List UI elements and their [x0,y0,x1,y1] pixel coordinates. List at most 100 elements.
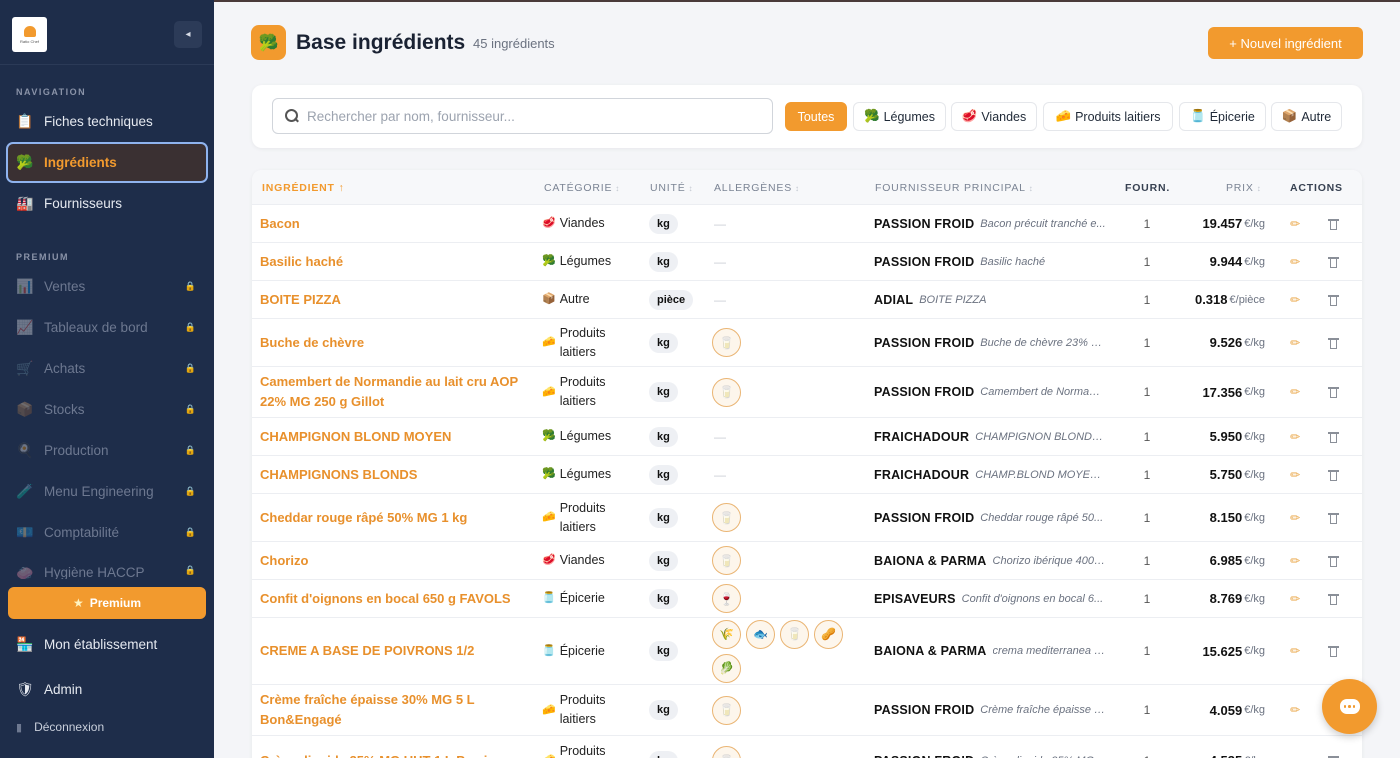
edit-icon[interactable]: ✏ [1290,736,1300,758]
table-row[interactable]: Confit d'oignons en bocal 650 g FAVOLS 🫙… [252,580,1362,618]
delete-button[interactable] [1328,618,1342,684]
trash-icon [1328,337,1339,349]
table-row[interactable]: Basilic haché 🥦 Légumes kg — PASSION FRO… [252,243,1362,281]
delete-button[interactable] [1328,205,1342,242]
sidebar-item-stocks[interactable]: 📦 Stocks 🔒 [6,389,208,430]
sidebar-item-comptabilite[interactable]: 💶 Comptabilité 🔒 [6,512,208,553]
collapse-sidebar-button[interactable]: ◂ [174,21,202,48]
sidebar-divider [0,64,214,65]
filter-toutes[interactable]: Toutes [785,102,847,131]
filter-legumes[interactable]: 🥦 Légumes [853,102,946,131]
sidebar-item-menu-engineering[interactable]: 🧪 Menu Engineering 🔒 [6,471,208,512]
table-row[interactable]: CREME A BASE DE POIVRONS 1/2 🫙 Épicerie … [252,618,1362,685]
app-logo[interactable]: Ratio Chef [12,17,47,52]
filter-label: Viandes [981,109,1027,124]
delete-button[interactable] [1328,542,1342,579]
table-row[interactable]: Chorizo 🥩 Viandes kg 🥛 BAIONA & PARMA Ch… [252,542,1362,580]
sidebar-item-ventes[interactable]: 📊 Ventes 🔒 [6,266,208,307]
lock-icon: 🔒 [184,281,196,291]
column-header-ingredient[interactable]: INGRÉDIENT ↑ [262,182,345,194]
category-cell: 🥩 Viandes [542,542,632,579]
ingredient-name-link[interactable]: Basilic haché [260,243,530,280]
edit-icon[interactable]: ✏ [1290,456,1300,493]
sidebar-item-production[interactable]: 🍳 Production 🔒 [6,430,208,471]
logout-button[interactable]: ▮ Déconnexion [16,720,104,734]
sidebar-item-achats[interactable]: 🛒 Achats 🔒 [6,348,208,389]
sidebar-item-tableaux-de-bord[interactable]: 📈 Tableaux de bord 🔒 [6,307,208,348]
table-row[interactable]: Buche de chèvre 🧀 Produits laitiers kg 🥛… [252,319,1362,367]
column-header-allergenes[interactable]: ALLERGÈNES ↕ [714,182,800,194]
ingredient-name-link[interactable]: CHAMPIGNON BLOND MOYEN [260,418,530,455]
delete-button[interactable] [1328,319,1342,366]
edit-icon[interactable]: ✏ [1290,418,1300,455]
logout-icon: ▮ [16,721,23,734]
sidebar-item-hygiene-haccp[interactable]: 🧼 Hygiène HACCP 🔒 [6,553,208,579]
ingredient-name-link[interactable]: Cheddar rouge râpé 50% MG 1 kg [260,494,530,541]
category-label: Viandes [559,216,605,230]
edit-icon[interactable]: ✏ [1290,494,1300,541]
delete-button[interactable] [1328,456,1342,493]
chat-button[interactable] [1322,679,1377,734]
ingredient-name-link[interactable]: Crème liquide 35% MG UHT 1 L Pami [260,736,530,758]
sidebar-item-fiches-techniques[interactable]: 📋 Fiches techniques [6,101,208,142]
edit-icon[interactable]: ✏ [1290,542,1300,579]
supplier-reference: Camembert de Normand... [980,386,1106,398]
filter-autre[interactable]: 📦 Autre [1271,102,1342,131]
edit-icon[interactable]: ✏ [1290,319,1300,366]
logout-label: Déconnexion [34,720,105,734]
ingredient-name-link[interactable]: CREME A BASE DE POIVRONS 1/2 [260,618,530,684]
column-header-fourn[interactable]: FOURN. [1125,182,1170,194]
premium-button[interactable]: ★ Premium [8,587,206,619]
edit-icon[interactable]: ✏ [1290,580,1300,617]
supplier-cell: PASSION FROID Bacon précuit tranché e... [874,205,1106,242]
filter-produits-laitiers[interactable]: 🧀 Produits laitiers [1043,102,1173,131]
table-row[interactable]: Bacon 🥩 Viandes kg — PASSION FROID Bacon… [252,205,1362,243]
column-header-unite[interactable]: UNITÉ ↕ [650,182,693,194]
edit-icon[interactable]: ✏ [1290,618,1300,684]
sidebar-item-mon-etablissement[interactable]: 🏪 Mon établissement [6,624,208,665]
price-unit: €/kg [1244,511,1265,524]
unit-cell: kg [649,367,678,417]
table-row[interactable]: Crème liquide 35% MG UHT 1 L Pami 🧀 Prod… [252,736,1362,758]
filter-epicerie[interactable]: 🫙 Épicerie [1179,102,1266,131]
sidebar-item-ingredients[interactable]: 🥦 Ingrédients [6,142,208,183]
delete-button[interactable] [1328,367,1342,417]
edit-icon[interactable]: ✏ [1290,205,1300,242]
search-input[interactable] [307,108,747,124]
table-row[interactable]: CHAMPIGNON BLOND MOYEN 🥦 Légumes kg — FR… [252,418,1362,456]
table-row[interactable]: CHAMPIGNONS BLONDS 🥦 Légumes kg — FRAICH… [252,456,1362,494]
supplier-cell: PASSION FROID Camembert de Normand... [874,367,1106,417]
edit-icon[interactable]: ✏ [1290,243,1300,280]
ingredient-name-link[interactable]: Camembert de Normandie au lait cru AOP 2… [260,367,530,417]
sidebar-item-fournisseurs[interactable]: 🏭 Fournisseurs [6,183,208,224]
table-row[interactable]: Camembert de Normandie au lait cru AOP 2… [252,367,1362,418]
ingredient-name-link[interactable]: CHAMPIGNONS BLONDS [260,456,530,493]
ingredient-name-link[interactable]: BOITE PIZZA [260,281,530,318]
column-header-fournisseur[interactable]: FOURNISSEUR PRINCIPAL ↕ [875,182,1034,194]
edit-icon[interactable]: ✏ [1290,685,1300,735]
ingredient-name-link[interactable]: Buche de chèvre [260,319,530,366]
table-row[interactable]: BOITE PIZZA 📦 Autre pièce — ADIAL BOITE … [252,281,1362,319]
ingredient-name-link[interactable]: Crème fraîche épaisse 30% MG 5 L Bon&Eng… [260,685,530,735]
edit-icon[interactable]: ✏ [1290,281,1300,318]
category-cell: 📦 Autre [542,281,632,318]
sidebar-item-admin[interactable]: 🛡 Admin [6,669,208,710]
table-row[interactable]: Cheddar rouge râpé 50% MG 1 kg 🧀 Produit… [252,494,1362,542]
delete-button[interactable] [1328,494,1342,541]
delete-button[interactable] [1328,736,1342,758]
delete-button[interactable] [1328,281,1342,318]
edit-icon[interactable]: ✏ [1290,367,1300,417]
filter-viandes[interactable]: 🥩 Viandes [951,102,1037,131]
delete-button[interactable] [1328,243,1342,280]
supplier-name: PASSION FROID [874,754,974,758]
column-header-categorie[interactable]: CATÉGORIE ↕ [544,182,620,194]
supplier-reference: CHAMPIGNON BLOND M... [975,430,1106,443]
ingredient-name-link[interactable]: Confit d'oignons en bocal 650 g FAVOLS [260,580,530,617]
ingredient-name-link[interactable]: Bacon [260,205,530,242]
table-row[interactable]: Crème fraîche épaisse 30% MG 5 L Bon&Eng… [252,685,1362,736]
delete-button[interactable] [1328,418,1342,455]
new-ingredient-button[interactable]: + Nouvel ingrédient [1208,27,1363,59]
column-header-prix[interactable]: PRIX ↕ [1226,182,1262,194]
delete-button[interactable] [1328,580,1342,617]
ingredient-name-link[interactable]: Chorizo [260,542,530,579]
